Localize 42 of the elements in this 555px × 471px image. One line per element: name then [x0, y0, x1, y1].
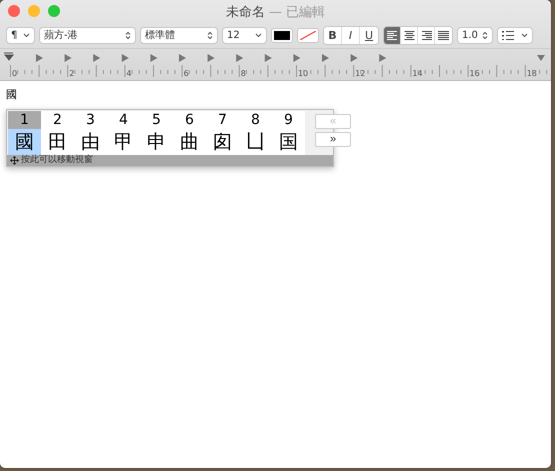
text-style-control[interactable]: B I U [323, 26, 379, 44]
text-align-icon [420, 30, 432, 40]
caret-icon [23, 32, 30, 38]
candidate-character[interactable]: 國 [8, 129, 41, 155]
stepper-icon [125, 30, 131, 40]
alignment-control[interactable] [383, 26, 453, 44]
ruler-label: 0 [11, 68, 18, 80]
text-align-icon [438, 30, 449, 40]
ruler-label: 18 [526, 68, 538, 80]
caret-icon [255, 32, 262, 38]
list-style-popup[interactable] [497, 26, 533, 44]
drag-bar[interactable]: 按此可以移動視窗 [7, 155, 333, 166]
ruler-label: 2 [68, 68, 76, 80]
window-title: 未命名 [226, 4, 265, 21]
ruler-label: 12 [354, 68, 366, 80]
ruler-label: 8 [240, 68, 247, 80]
candidate-number: 1 [8, 111, 41, 129]
edited-status: — 已編輯 [268, 4, 326, 21]
text-align-icon [386, 30, 398, 40]
text-color-well[interactable] [271, 28, 293, 42]
list-icon [502, 30, 514, 40]
stepper-icon [482, 30, 488, 40]
line-spacing-popup[interactable]: 1.0 [457, 26, 493, 44]
font-family-popup[interactable]: 蘋方-港 [39, 26, 136, 44]
typeface-popup[interactable]: 標準體 [140, 26, 218, 44]
ruler-label: 4 [125, 68, 132, 80]
highlight-color-well[interactable] [297, 28, 319, 42]
drag-hint: 按此可以移動視窗 [21, 155, 93, 166]
stepper-icon [207, 30, 213, 40]
move-icon [10, 156, 19, 165]
font-size-field[interactable]: 12 [222, 26, 267, 44]
ruler-label: 14 [411, 68, 424, 80]
ruler-label: 6 [182, 68, 190, 80]
caret-icon [521, 32, 528, 38]
paragraph-style-popup[interactable]: ¶ [6, 26, 35, 44]
text-align-icon [404, 30, 414, 40]
ruler-label: 16 [468, 68, 481, 80]
next-page-button[interactable]: » [315, 132, 351, 147]
align-left-button[interactable] [384, 26, 401, 44]
align-justify-button[interactable] [435, 26, 452, 44]
bold-button[interactable]: B [324, 26, 342, 44]
document-text: 國 [6, 88, 17, 101]
